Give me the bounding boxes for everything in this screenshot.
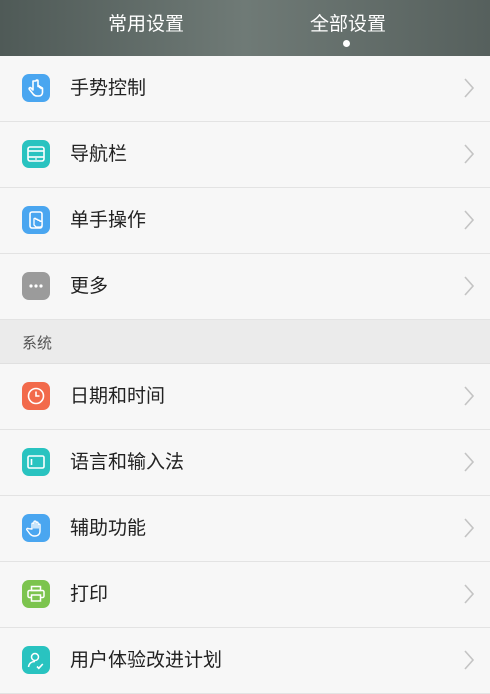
clock-icon <box>22 382 50 410</box>
row-label: 单手操作 <box>70 209 147 231</box>
section-header-system: 系统 <box>0 320 490 364</box>
chevron-right-icon <box>464 144 475 164</box>
chevron-right-icon <box>464 518 475 538</box>
settings-row-more[interactable]: 更多 <box>0 254 490 320</box>
tab-all-settings[interactable]: 全部设置 <box>283 11 413 37</box>
settings-row-navigation-bar[interactable]: 导航栏 <box>0 122 490 188</box>
one-hand-icon <box>22 206 50 234</box>
chevron-right-icon <box>464 276 475 296</box>
row-label: 打印 <box>70 583 109 605</box>
keyboard-icon <box>22 448 50 476</box>
chevron-right-icon <box>464 452 475 472</box>
settings-row-one-hand-mode[interactable]: 单手操作 <box>0 188 490 254</box>
settings-row-accessibility[interactable]: 辅助功能 <box>0 496 490 562</box>
tab-bar: 常用设置 全部设置 <box>0 0 490 56</box>
chevron-right-icon <box>464 650 475 670</box>
row-label: 导航栏 <box>70 143 128 165</box>
row-label: 更多 <box>70 275 109 297</box>
hand-icon <box>22 514 50 542</box>
settings-row-user-experience[interactable]: 用户体验改进计划 <box>0 628 490 694</box>
row-label: 用户体验改进计划 <box>70 649 223 671</box>
chevron-right-icon <box>464 78 475 98</box>
row-label: 日期和时间 <box>70 385 166 407</box>
more-icon <box>22 272 50 300</box>
settings-list: 手势控制 导航栏 单手操作 更多 系统 日期和时间 语言和输入法 辅助功能 打印… <box>0 56 490 694</box>
row-label: 语言和输入法 <box>70 451 185 473</box>
gesture-icon <box>22 74 50 102</box>
row-label: 手势控制 <box>70 77 147 99</box>
chevron-right-icon <box>464 386 475 406</box>
navbar-icon <box>22 140 50 168</box>
user-experience-icon <box>22 646 50 674</box>
printer-icon <box>22 580 50 608</box>
settings-row-language-input[interactable]: 语言和输入法 <box>0 430 490 496</box>
section-title: 系统 <box>22 334 53 352</box>
chevron-right-icon <box>464 210 475 230</box>
settings-row-gesture-control[interactable]: 手势控制 <box>0 56 490 122</box>
chevron-right-icon <box>464 584 475 604</box>
tab-common-settings[interactable]: 常用设置 <box>81 11 211 37</box>
row-label: 辅助功能 <box>70 517 147 539</box>
settings-row-date-time[interactable]: 日期和时间 <box>0 364 490 430</box>
settings-row-print[interactable]: 打印 <box>0 562 490 628</box>
active-tab-indicator <box>343 40 350 47</box>
